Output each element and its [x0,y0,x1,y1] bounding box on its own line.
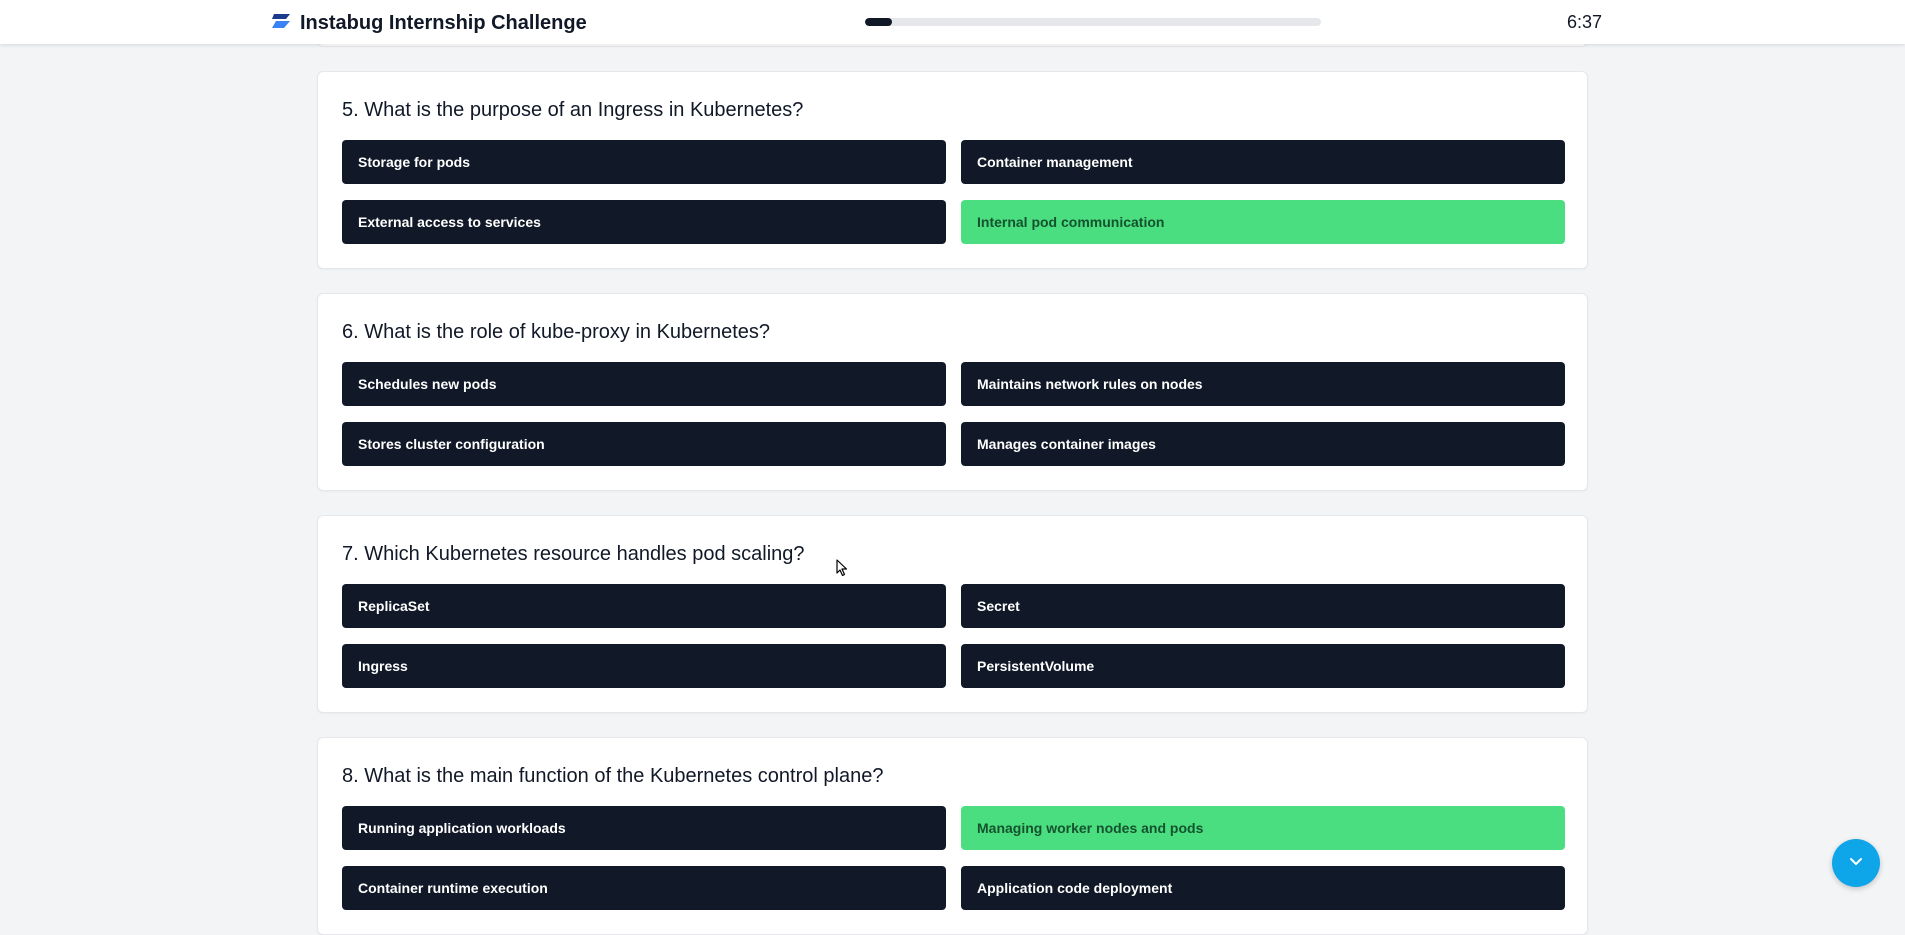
answer-option[interactable]: Schedules new pods [342,362,946,406]
brand[interactable]: Instabug Internship Challenge [270,10,587,36]
question-card-8: 8. What is the main function of the Kube… [317,737,1588,935]
answer-option[interactable]: Container management [961,140,1565,184]
top-bar: Instabug Internship Challenge 6:37 [0,0,1905,44]
answer-option[interactable]: Maintains network rules on nodes [961,362,1565,406]
answer-option[interactable]: ReplicaSet [342,584,946,628]
answer-option[interactable]: Application code deployment [961,866,1565,910]
answer-option[interactable]: Running application workloads [342,806,946,850]
question-card-6: 6. What is the role of kube-proxy in Kub… [317,293,1588,491]
progress-bar [865,18,1321,26]
countdown-timer: 6:37 [1567,12,1603,32]
app-title: Instabug Internship Challenge [300,11,587,34]
answer-option[interactable]: Managing worker nodes and pods [961,806,1565,850]
question-title: 5. What is the purpose of an Ingress in … [342,99,804,121]
answer-option[interactable]: Container runtime execution [342,866,946,910]
mouse-pointer-icon [836,559,848,577]
scroll-down-button[interactable] [1832,839,1880,887]
answer-option[interactable]: Stores cluster configuration [342,422,946,466]
question-title: 8. What is the main function of the Kube… [342,765,884,787]
answer-option[interactable]: External access to services [342,200,946,244]
question-title: 7. Which Kubernetes resource handles pod… [342,543,805,565]
question-card-7: 7. Which Kubernetes resource handles pod… [317,515,1588,713]
question-card-5: 5. What is the purpose of an Ingress in … [317,71,1588,269]
answer-option[interactable]: Ingress [342,644,946,688]
answer-option[interactable]: Manages container images [961,422,1565,466]
answer-option[interactable]: Secret [961,584,1565,628]
instabug-logo-icon [270,12,292,35]
answer-option[interactable]: PersistentVolume [961,644,1565,688]
chevron-down-icon [1846,851,1866,876]
answer-option[interactable]: Internal pod communication [961,200,1565,244]
question-title: 6. What is the role of kube-proxy in Kub… [342,321,771,343]
answer-option[interactable]: Storage for pods [342,140,946,184]
progress-fill [865,18,893,26]
